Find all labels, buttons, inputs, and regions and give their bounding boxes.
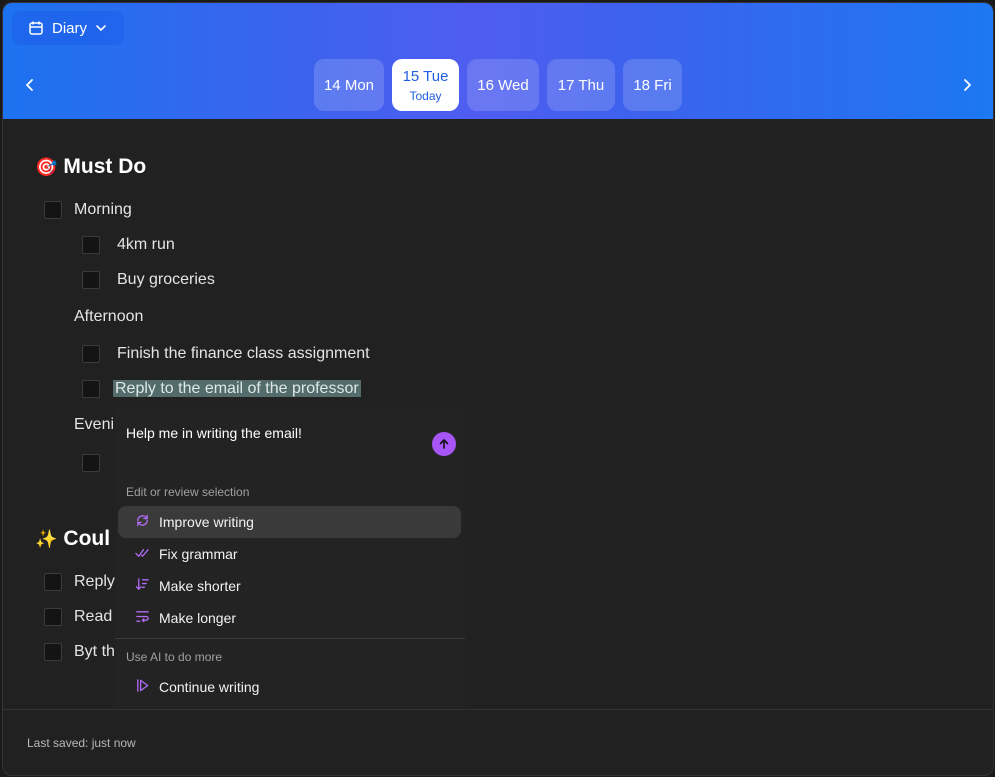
- arrow-up-icon: [439, 439, 449, 449]
- group-label-afternoon: Afternoon: [74, 308, 144, 325]
- day-tab-today[interactable]: 15 Tue Today: [392, 59, 459, 111]
- task-checkbox[interactable]: [82, 271, 100, 289]
- group-label-evening: Eveni: [74, 416, 115, 433]
- ai-prompt-input[interactable]: Help me in writing the email!: [126, 425, 302, 441]
- make-longer-item[interactable]: Make longer: [118, 602, 461, 634]
- task-text[interactable]: 4km run: [117, 236, 175, 254]
- save-status: Last saved: just now: [27, 736, 136, 750]
- must-do-heading: 🎯 Must Do: [35, 155, 147, 178]
- edit-section-heading: Edit or review selection: [126, 485, 250, 499]
- task-checkbox[interactable]: [44, 643, 62, 661]
- task-checkbox[interactable]: [82, 454, 100, 472]
- group-label-morning: Morning: [74, 201, 132, 218]
- calendar-icon: [28, 20, 44, 36]
- text-selection: Reply to the email of the professor: [113, 380, 361, 397]
- day-tab[interactable]: 14 Mon: [314, 59, 384, 111]
- diary-window: Diary 14 Mon 15 Tue Today 16 Wed 17 Thu …: [2, 2, 994, 776]
- double-check-icon: [135, 545, 150, 563]
- header: Diary 14 Mon 15 Tue Today 16 Wed 17 Thu …: [3, 3, 993, 119]
- task-text[interactable]: Finish the finance class assignment: [117, 345, 370, 363]
- ai-assistant-popup: Help me in writing the email! Edit or re…: [115, 407, 465, 707]
- task-checkbox[interactable]: [82, 345, 100, 363]
- send-button[interactable]: [432, 432, 456, 456]
- text-wrap-longer-icon: [135, 609, 150, 627]
- continue-writing-item[interactable]: Continue writing: [118, 671, 461, 703]
- task-checkbox[interactable]: [44, 608, 62, 626]
- sparkles-icon: ✨: [35, 528, 58, 549]
- task-text[interactable]: Buy groceries: [117, 271, 215, 289]
- sort-shorter-icon: [135, 577, 150, 595]
- view-selector-label: Diary: [52, 19, 88, 37]
- day-tab[interactable]: 17 Thu: [547, 59, 615, 111]
- could-do-heading: ✨ Coul: [35, 527, 111, 550]
- fix-grammar-item[interactable]: Fix grammar: [118, 538, 461, 570]
- task-checkbox[interactable]: [82, 380, 100, 398]
- day-tab[interactable]: 18 Fri: [623, 59, 682, 111]
- task-checkbox[interactable]: [44, 573, 62, 591]
- refresh-sparkle-icon: [135, 513, 150, 531]
- footer: Last saved: just now: [3, 709, 993, 775]
- diary-content: 🎯 Must Do Morning 4km run Buy groceries …: [3, 119, 993, 709]
- more-section-heading: Use AI to do more: [126, 650, 223, 664]
- chevron-down-icon: [95, 22, 107, 34]
- make-shorter-item[interactable]: Make shorter: [118, 570, 461, 602]
- view-selector-button[interactable]: Diary: [12, 11, 124, 45]
- task-checkbox[interactable]: [44, 201, 62, 219]
- play-continue-icon: [135, 678, 150, 696]
- task-text[interactable]: Byt th: [74, 643, 115, 661]
- task-text[interactable]: Reply: [74, 573, 115, 591]
- task-text-selected[interactable]: Reply to the email of the professor: [113, 380, 361, 398]
- menu-divider: [115, 638, 465, 639]
- improve-writing-item[interactable]: Improve writing: [118, 506, 461, 538]
- task-checkbox[interactable]: [82, 236, 100, 254]
- day-tab[interactable]: 16 Wed: [467, 59, 539, 111]
- task-text[interactable]: Read: [74, 608, 112, 626]
- day-tabs: 14 Mon 15 Tue Today 16 Wed 17 Thu 18 Fri: [3, 59, 993, 111]
- target-icon: 🎯: [35, 156, 58, 177]
